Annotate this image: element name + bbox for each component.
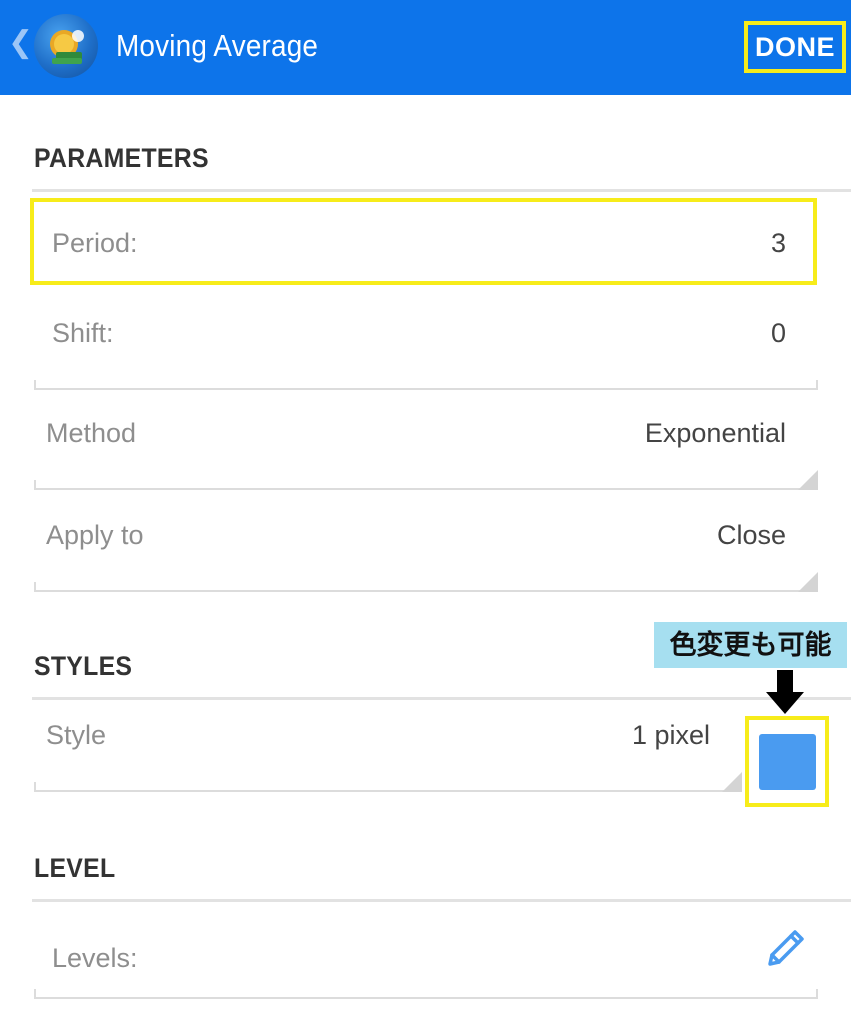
method-label: Method xyxy=(46,418,137,448)
field-underline-tick xyxy=(34,782,36,792)
style-label: Style xyxy=(46,720,107,750)
section-divider xyxy=(32,189,851,192)
top-app-bar: ❮ Moving Average DONE xyxy=(0,0,851,95)
shift-value[interactable]: 0 xyxy=(771,318,786,349)
chevron-left-icon[interactable]: ❮ xyxy=(8,28,33,58)
dropdown-corner-icon xyxy=(798,572,818,592)
arrow-down-icon xyxy=(766,670,804,714)
dropdown-corner-icon xyxy=(722,772,742,792)
annotation-note: 色変更も可能 xyxy=(654,622,847,668)
apply-to-value: Close xyxy=(716,520,786,550)
line-color-swatch[interactable] xyxy=(759,734,816,790)
section-title-styles: STYLES xyxy=(34,651,133,681)
shift-field[interactable]: Shift: 0 xyxy=(32,288,818,390)
field-underline-tick xyxy=(816,989,818,999)
pencil-icon[interactable] xyxy=(762,926,808,972)
method-dropdown[interactable]: Method Exponential xyxy=(32,388,818,490)
shift-label: Shift: xyxy=(52,318,114,348)
levels-field[interactable]: Levels: xyxy=(32,895,818,999)
metatrader-app-icon[interactable] xyxy=(34,14,98,78)
field-underline xyxy=(34,997,818,999)
field-underline xyxy=(34,790,742,792)
period-highlight-frame xyxy=(30,198,817,285)
method-value: Exponential xyxy=(644,418,786,448)
levels-label: Levels: xyxy=(52,943,138,973)
done-button[interactable]: DONE xyxy=(744,21,846,73)
dropdown-corner-icon xyxy=(798,470,818,490)
apply-to-dropdown[interactable]: Apply to Close xyxy=(32,490,818,592)
field-underline-tick xyxy=(34,480,36,490)
page-title: Moving Average xyxy=(116,28,319,63)
section-title-level: LEVEL xyxy=(34,853,116,883)
apply-to-label: Apply to xyxy=(46,520,144,550)
style-value: 1 pixel xyxy=(631,720,710,750)
section-title-parameters: PARAMETERS xyxy=(34,143,209,173)
field-underline-tick xyxy=(34,989,36,999)
style-dropdown[interactable]: Style 1 pixel xyxy=(32,690,742,792)
color-highlight-frame xyxy=(745,716,829,807)
field-underline xyxy=(34,590,818,592)
field-underline-tick xyxy=(34,582,36,592)
